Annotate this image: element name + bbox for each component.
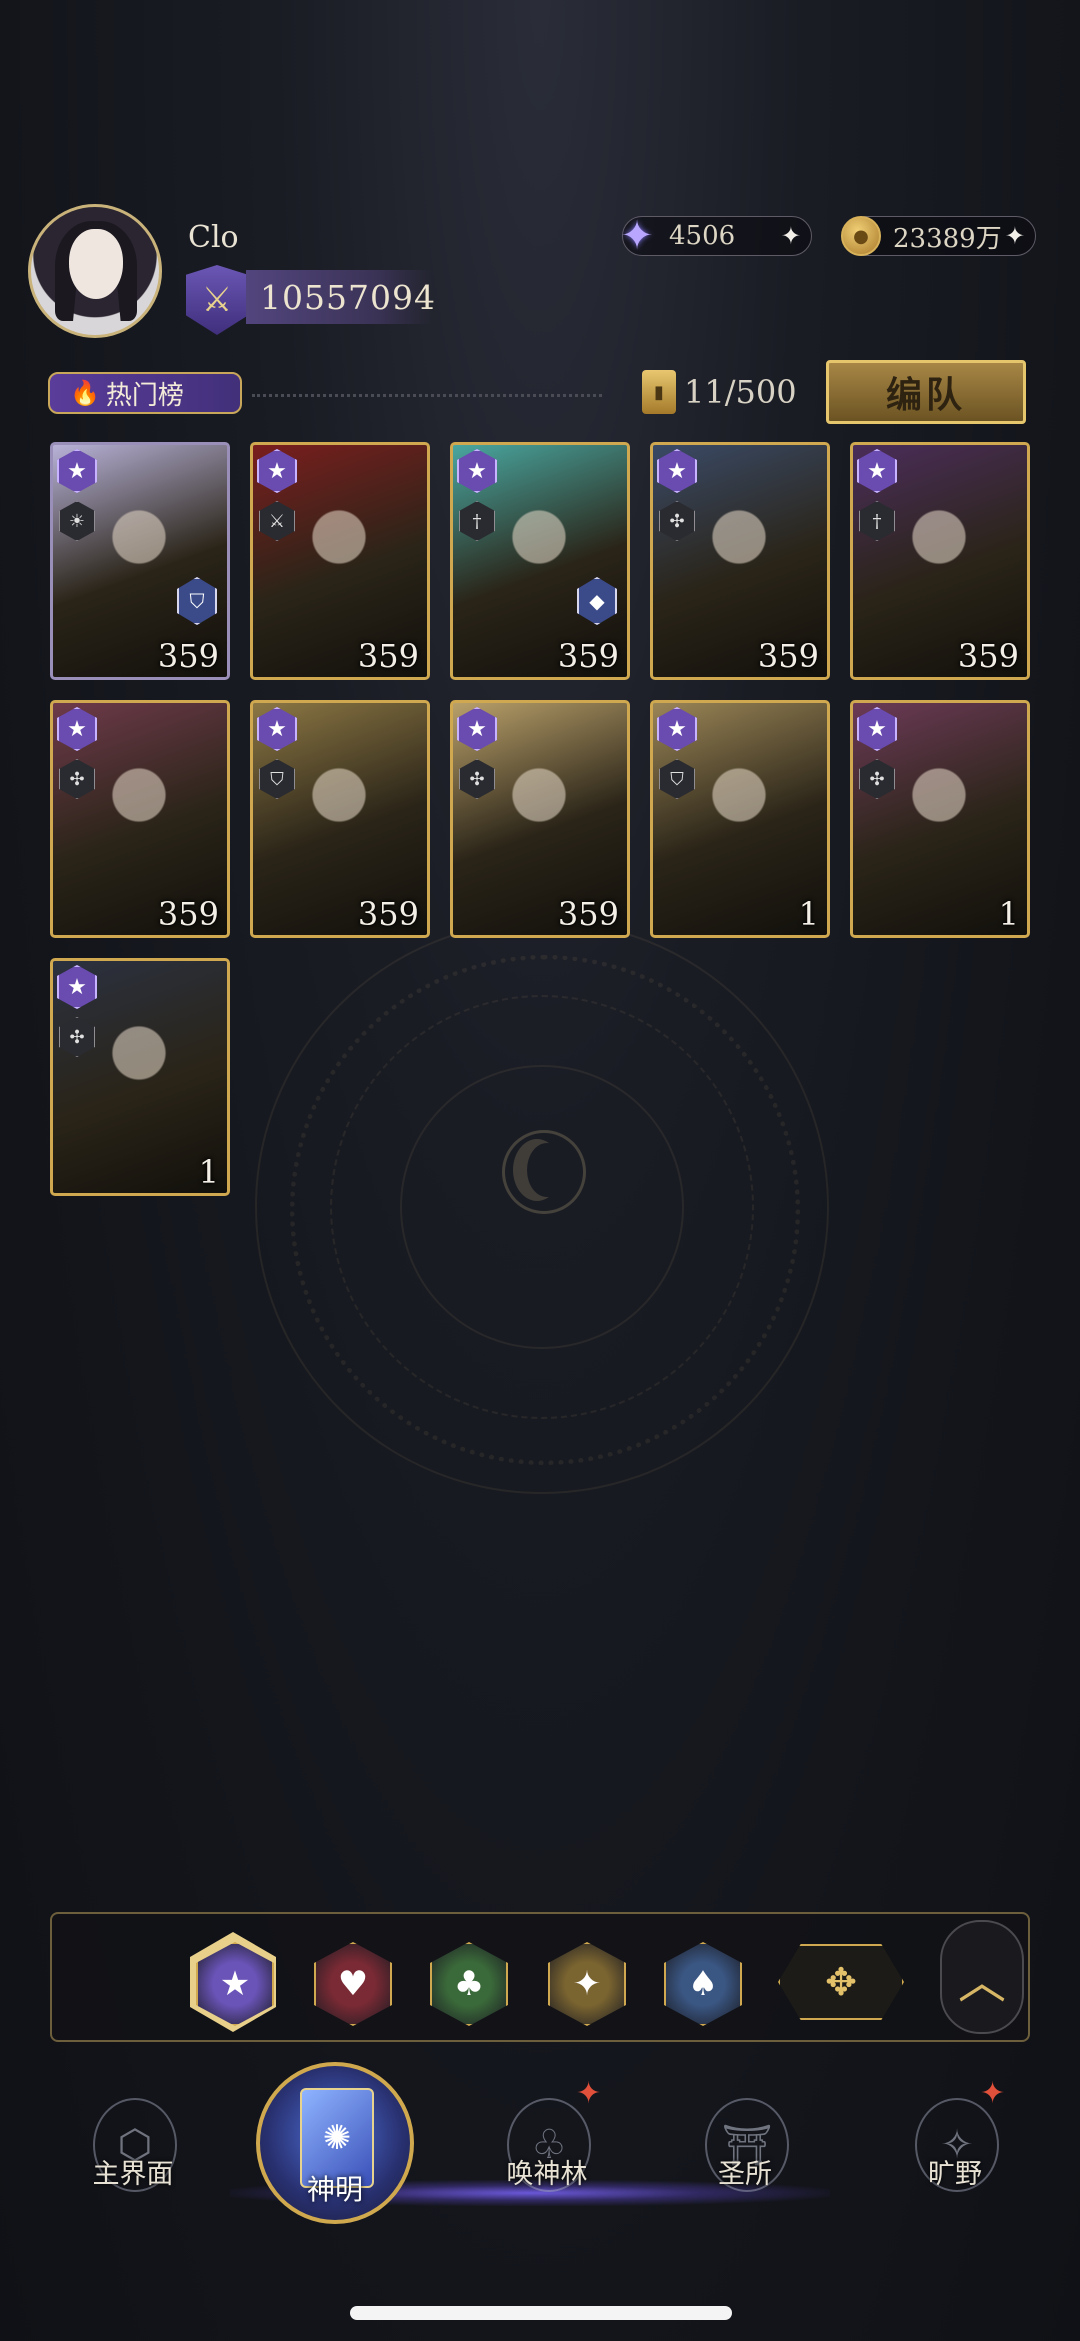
rarity-star-icon: ★ — [657, 707, 697, 751]
crosshair-icon: ✣ — [59, 1017, 95, 1057]
deity-card[interactable]: ★ ✣ 1 — [850, 700, 1030, 938]
deity-portrait — [91, 753, 187, 873]
card-level: 359 — [957, 637, 1019, 675]
crosshair-icon: ✣ — [859, 759, 895, 799]
rarity-star-icon: ★ — [857, 449, 897, 493]
home-indicator[interactable] — [350, 2306, 732, 2320]
deity-portrait — [491, 753, 587, 873]
sun-icon: ☀ — [59, 501, 95, 541]
rarity-star-icon: ★ — [257, 449, 297, 493]
shield-icon: ⛉ — [659, 759, 695, 799]
card-level: 1 — [798, 895, 819, 933]
add-stars-icon[interactable]: ✦ — [781, 222, 801, 250]
deity-portrait — [691, 495, 787, 615]
card-level: 359 — [757, 637, 819, 675]
gold-coin-icon: ● — [837, 211, 885, 261]
formation-button[interactable]: 编队 — [826, 360, 1026, 424]
rarity-star-icon: ★ — [657, 449, 697, 493]
dagger-icon: † — [859, 501, 895, 541]
rarity-star-icon: ★ — [57, 449, 97, 493]
deity-portrait — [691, 753, 787, 873]
deity-portrait — [291, 753, 387, 873]
card-level: 359 — [557, 895, 619, 933]
deity-card[interactable]: ★ ✣ 359 — [650, 442, 830, 680]
card-level: 1 — [998, 895, 1019, 933]
deity-portrait — [91, 495, 187, 615]
card-level: 359 — [157, 895, 219, 933]
deity-portrait — [91, 1011, 187, 1131]
crosshair-icon: ✣ — [59, 759, 95, 799]
combat-power-bar: 10557094 — [246, 270, 435, 324]
rarity-star-icon: ★ — [57, 707, 97, 751]
all-elements-button[interactable]: ✥ — [778, 1944, 904, 2020]
deity-card[interactable]: ★ † 359 — [850, 442, 1030, 680]
nav-sanctuary[interactable]: ⛩ 圣所 — [660, 2090, 830, 2230]
deity-card[interactable]: ★ ⚔ 359 — [250, 442, 430, 680]
nav-label-main-realm: 主界面 — [92, 2159, 174, 2190]
flame-icon: 🔥 — [70, 379, 100, 407]
username: Clo — [188, 220, 239, 255]
card-level: 359 — [357, 895, 419, 933]
star-currency-value: 4506 — [669, 221, 736, 251]
deity-card[interactable]: ★ ☀ ⛉ 359 — [50, 442, 230, 680]
star-currency-pill[interactable]: ✦ 4506 ✦ — [620, 213, 812, 259]
gold-currency-value: 23389万 — [893, 223, 1002, 254]
card-capacity-icon: ▮ — [642, 370, 676, 414]
deity-card[interactable]: ★ ⛉ 1 — [650, 700, 830, 938]
rarity-star-icon: ★ — [57, 965, 97, 1009]
deity-card[interactable]: ★ ✣ 359 — [450, 700, 630, 938]
deity-portrait — [491, 495, 587, 615]
star-crystal-icon: ✦ — [620, 213, 654, 259]
card-capacity-count: 11/500 — [684, 373, 797, 411]
card-level: 1 — [198, 1153, 219, 1191]
popular-ranking-button[interactable]: 🔥 热门榜 — [48, 372, 242, 414]
card-level: 359 — [157, 637, 219, 675]
card-level: 359 — [557, 637, 619, 675]
deity-portrait — [291, 495, 387, 615]
chevron-up-icon: ︿ — [957, 1954, 1006, 2010]
card-level: 359 — [357, 637, 419, 675]
nav-wilds[interactable]: ✧ 旷野 — [870, 2090, 1040, 2230]
collapse-filter-button[interactable]: ︿ — [940, 1920, 1024, 2034]
nav-label-wilds: 旷野 — [928, 2159, 982, 2190]
crosshair-icon: ✣ — [659, 501, 695, 541]
nav-label-summon-forest: 唤神林 — [506, 2159, 588, 2190]
nav-label-sanctuary: 圣所 — [718, 2159, 772, 2190]
nav-label-deities: 神明 — [306, 2173, 363, 2206]
rarity-star-icon: ★ — [457, 707, 497, 751]
combat-power-value: 10557094 — [260, 277, 436, 317]
four-point-star-icon: ✥ — [825, 1960, 857, 2004]
new-alert-icon: ✦ — [980, 2076, 1006, 2111]
avatar-face — [69, 229, 123, 299]
rarity-star-icon: ★ — [857, 707, 897, 751]
gold-currency-pill[interactable]: ● 23389万 ✦ — [841, 216, 1036, 256]
crossed-swords-icon: ⚔ — [259, 501, 295, 541]
deity-portrait — [891, 495, 987, 615]
shield-icon: ⛉ — [259, 759, 295, 799]
add-gold-icon[interactable]: ✦ — [1005, 222, 1025, 250]
popular-ranking-label: 热门榜 — [105, 380, 184, 411]
new-alert-icon: ✦ — [576, 2076, 602, 2111]
nav-summon-forest[interactable]: ♧ 唤神林 — [462, 2090, 632, 2230]
crescent-moon-decoration — [502, 1130, 586, 1214]
dotted-divider — [252, 394, 602, 397]
deity-card[interactable]: ★ ✣ 1 — [50, 958, 230, 1196]
dagger-icon: † — [459, 501, 495, 541]
deity-portrait — [891, 753, 987, 873]
deity-card[interactable]: ★ ⛉ 359 — [250, 700, 430, 938]
rarity-star-icon: ★ — [457, 449, 497, 493]
rarity-star-icon: ★ — [257, 707, 297, 751]
deity-card[interactable]: ★ ✣ 359 — [50, 700, 230, 938]
avatar[interactable] — [28, 204, 162, 338]
crosshair-icon: ✣ — [459, 759, 495, 799]
deity-card[interactable]: ★ † ◆ 359 — [450, 442, 630, 680]
nav-main-realm[interactable]: ⬡ 主界面 — [48, 2090, 218, 2230]
